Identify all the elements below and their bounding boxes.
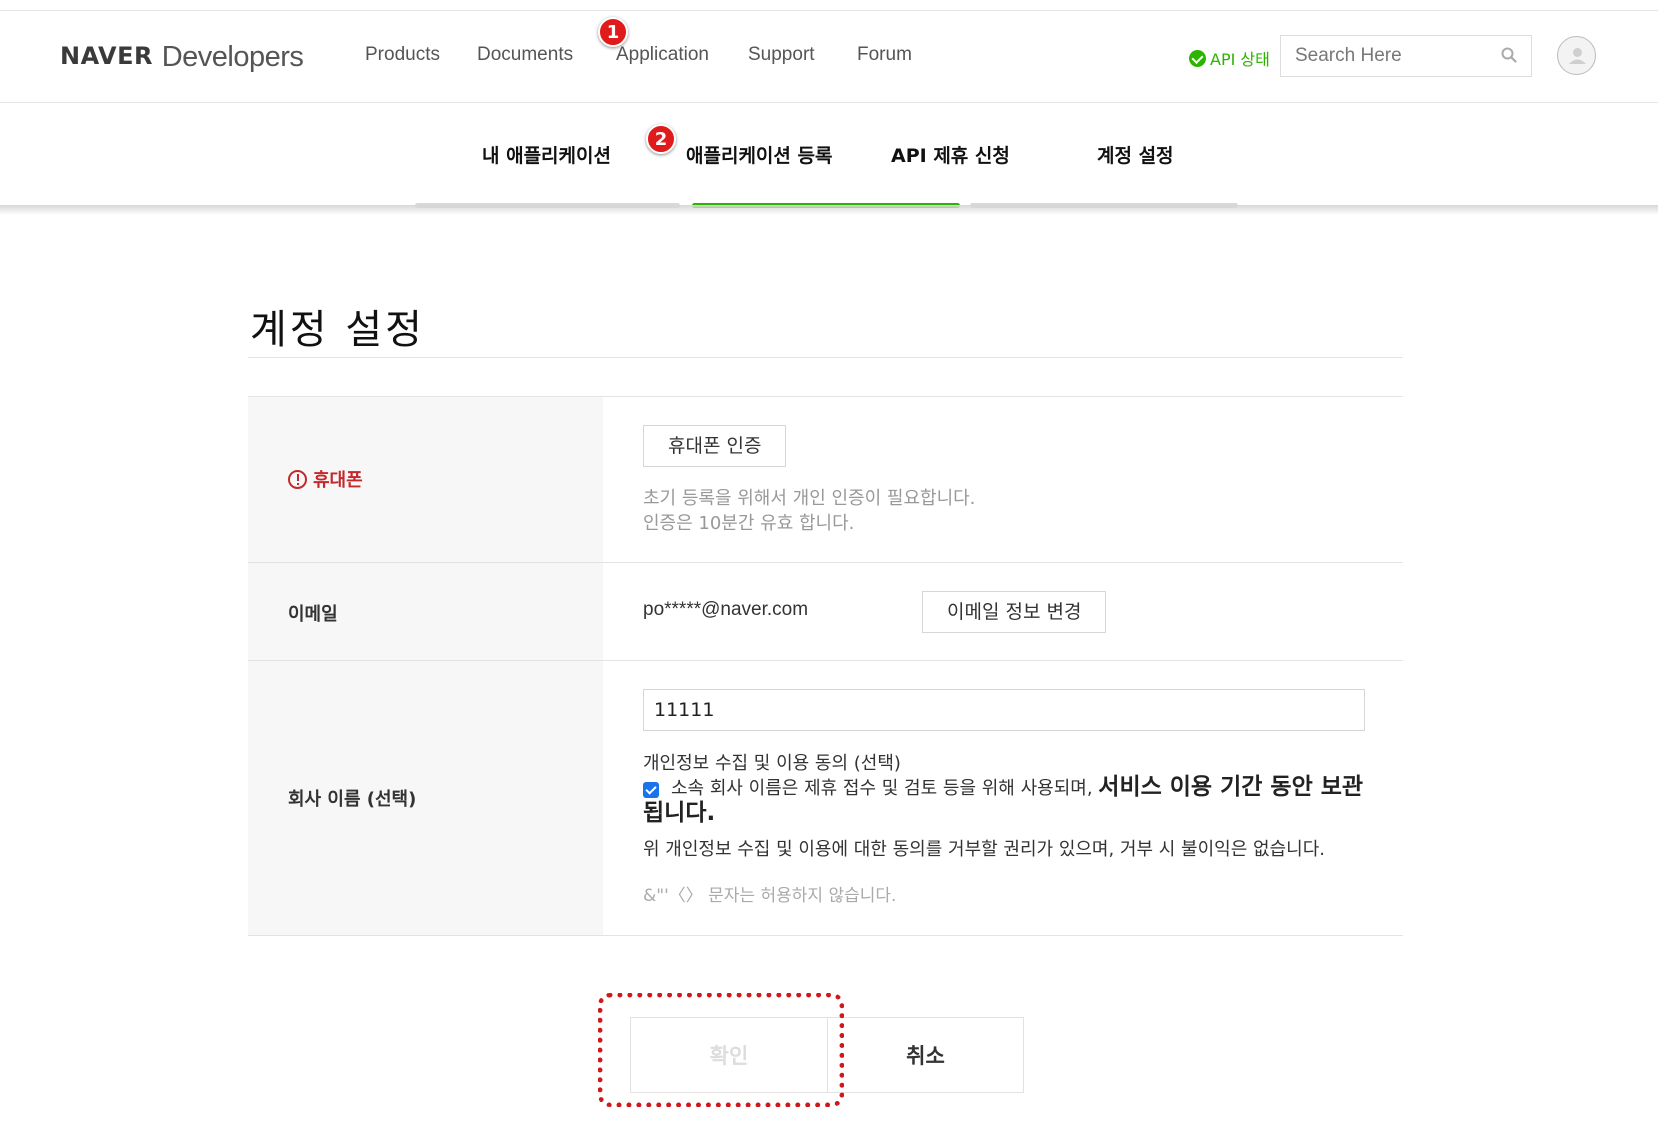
user-avatar[interactable] xyxy=(1557,36,1596,75)
step-marker-1: 1 xyxy=(598,17,628,47)
form-row-email: 이메일 po*****@naver.com 이메일 정보 변경 xyxy=(248,562,1403,660)
phone-label: 휴대폰 xyxy=(288,466,363,492)
company-label: 회사 이름 (선택) xyxy=(288,789,417,810)
form-value-cell: 휴대폰 인증 초기 등록을 위해서 개인 인증이 필요합니다. 인증은 10분간… xyxy=(603,397,1403,562)
email-value: po*****@naver.com xyxy=(643,599,809,620)
company-name-input[interactable] xyxy=(643,689,1365,731)
form-label-cell: 회사 이름 (선택) xyxy=(248,661,603,935)
form-label-cell: 휴대폰 xyxy=(248,397,603,562)
form-row-phone: 휴대폰 휴대폰 인증 초기 등록을 위해서 개인 인증이 필요합니다. 인증은 … xyxy=(248,396,1403,562)
disallowed-chars-note: &"'〈〉 문자는 허용하지 않습니다. xyxy=(643,886,897,906)
phone-verify-button[interactable]: 휴대폰 인증 xyxy=(643,425,787,467)
form-row-company: 회사 이름 (선택) 개인정보 수집 및 이용 동의 (선택) 소속 회사 이름… xyxy=(248,660,1403,936)
sub-nav: 내 애플리케이션 애플리케이션 등록 API 제휴 신청 계정 설정 2 xyxy=(0,103,1658,208)
consent-text: 소속 회사 이름은 제휴 접수 및 검토 등을 위해 사용되며, 서비스 이용 … xyxy=(643,775,1365,827)
consent-title: 개인정보 수집 및 이용 동의 (선택) xyxy=(643,753,901,774)
cancel-button[interactable]: 취소 xyxy=(827,1017,1024,1093)
title-divider xyxy=(248,357,1403,358)
search-icon[interactable] xyxy=(1501,47,1517,63)
phone-help-line-1: 초기 등록을 위해서 개인 인증이 필요합니다. xyxy=(643,488,976,509)
confirm-button[interactable]: 확인 xyxy=(630,1017,828,1093)
form-value-cell: 개인정보 수집 및 이용 동의 (선택) 소속 회사 이름은 제휴 접수 및 검… xyxy=(603,661,1403,935)
subnav-register-application[interactable]: 애플리케이션 등록 xyxy=(686,141,832,168)
form-label-cell: 이메일 xyxy=(248,563,603,660)
page-title: 계정 설정 xyxy=(250,307,425,353)
nav-application[interactable]: Application xyxy=(616,44,709,66)
nav-products[interactable]: Products xyxy=(365,44,440,66)
consent-text-normal: 소속 회사 이름은 제휴 접수 및 검토 등을 위해 사용되며, xyxy=(671,778,1093,799)
api-status-link[interactable]: API 상태 xyxy=(1189,46,1270,70)
global-header: NAVER Developers Products Documents Appl… xyxy=(0,11,1658,103)
logo-product: Developers xyxy=(161,41,304,73)
nav-forum[interactable]: Forum xyxy=(857,44,912,66)
step-marker-2: 2 xyxy=(646,124,676,154)
api-status-label: API 상태 xyxy=(1210,50,1270,69)
subnav-account-settings[interactable]: 계정 설정 xyxy=(1097,141,1174,168)
nav-documents[interactable]: Documents xyxy=(477,44,573,66)
phone-help-line-2: 인증은 10분간 유효 합니다. xyxy=(643,513,855,534)
email-change-button[interactable]: 이메일 정보 변경 xyxy=(922,591,1107,633)
search-input[interactable] xyxy=(1295,36,1495,76)
subnav-my-applications[interactable]: 내 애플리케이션 xyxy=(482,141,611,168)
subnav-shadow xyxy=(0,205,1658,215)
user-icon xyxy=(1569,48,1586,64)
search-box xyxy=(1280,35,1532,77)
naver-developers-logo[interactable]: NAVER Developers xyxy=(60,39,304,74)
check-circle-icon xyxy=(1189,49,1206,67)
nav-support[interactable]: Support xyxy=(748,44,815,66)
form-value-cell: po*****@naver.com 이메일 정보 변경 xyxy=(603,563,1403,660)
email-label: 이메일 xyxy=(288,604,338,625)
consent-refusal-note: 위 개인정보 수집 및 이용에 대한 동의를 거부할 권리가 있으며, 거부 시… xyxy=(643,839,1325,860)
phone-label-text: 휴대폰 xyxy=(313,470,363,491)
exclamation-circle-icon xyxy=(288,469,307,489)
subnav-api-partnership[interactable]: API 제휴 신청 xyxy=(891,141,1010,168)
logo-brand: NAVER xyxy=(60,42,153,70)
account-settings-form: 휴대폰 휴대폰 인증 초기 등록을 위해서 개인 인증이 필요합니다. 인증은 … xyxy=(248,396,1403,936)
